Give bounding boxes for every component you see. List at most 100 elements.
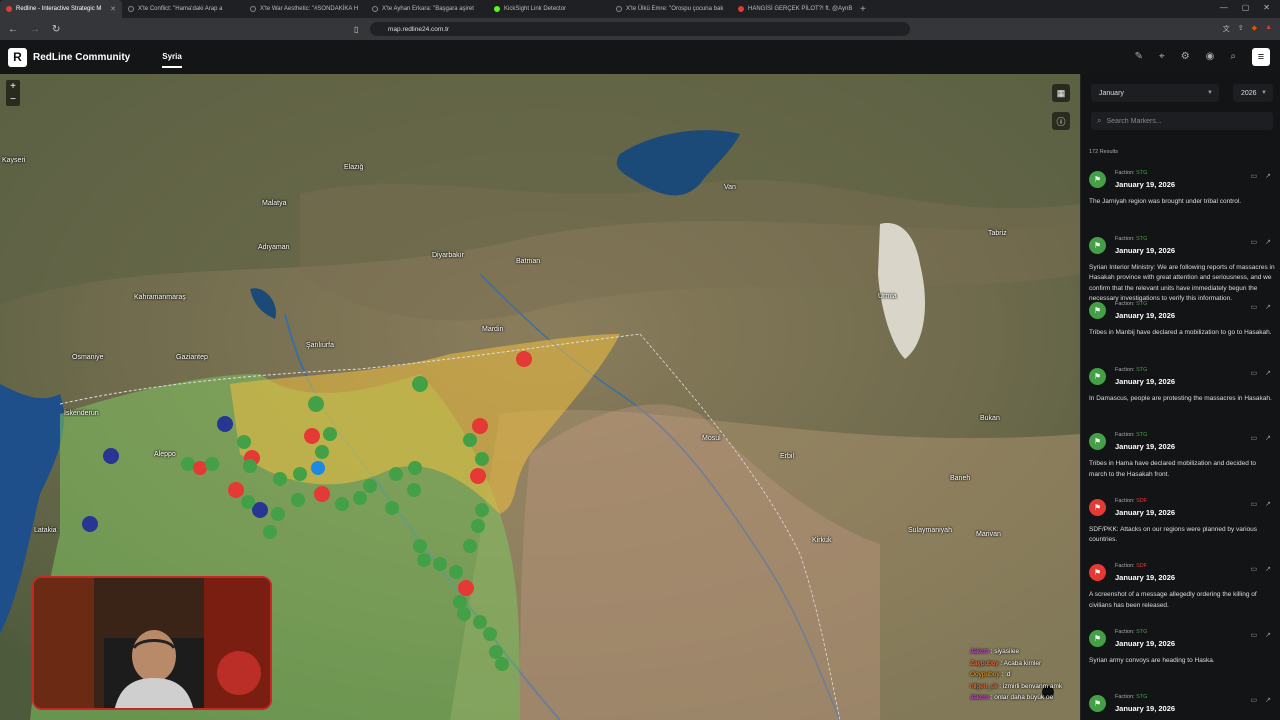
minimize-icon[interactable]: —	[1220, 3, 1228, 12]
webcam-image	[34, 578, 270, 708]
camera-icon[interactable]: ◉	[1206, 51, 1215, 62]
event-faction: Faction: STG	[1115, 366, 1148, 373]
event-item[interactable]: ⚑ Faction: SDF January 19, 2026 ▭ ↗ A screens…	[1081, 559, 1280, 625]
event-text: SDF/PKK: Attacks on our regions were pla…	[1089, 525, 1258, 544]
city-label: Latakia	[34, 527, 57, 534]
locate-icon[interactable]: ▭	[1251, 500, 1258, 508]
event-text: Syrian army convoys are heading to Haska…	[1089, 656, 1215, 664]
header-tools: ✎ ⌖ ⚙ ◉ ⌕	[1135, 51, 1236, 62]
results-count: 172 Results	[1089, 149, 1119, 155]
external-link-icon[interactable]: ↗	[1265, 238, 1271, 246]
month-select[interactable]: January ▼	[1091, 84, 1219, 102]
external-link-icon[interactable]: ↗	[1265, 631, 1271, 639]
external-link-icon[interactable]: ↗	[1265, 565, 1271, 573]
city-label: Bukan	[980, 415, 1000, 422]
kick-favicon-icon	[494, 6, 500, 12]
address-bar[interactable]: map.redline24.com.tr	[370, 22, 910, 36]
draw-icon[interactable]: ✎	[1135, 51, 1143, 62]
marker-search: ⌕	[1091, 112, 1273, 130]
x-favicon-icon	[128, 6, 134, 12]
event-text: Tribes in Hama have declared mobilizatio…	[1089, 460, 1257, 478]
logo[interactable]: R	[8, 47, 27, 67]
locate-icon[interactable]: ▭	[1251, 696, 1258, 704]
external-link-icon[interactable]: ↗	[1265, 172, 1271, 180]
settings-icon[interactable]: ⚙	[1181, 51, 1190, 62]
event-actions: ▭ ↗	[1251, 303, 1272, 311]
event-item[interactable]: ⚑ Faction: STG January 19, 2026 ▭ ↗ Syrian In…	[1081, 232, 1280, 302]
info-icon[interactable]: ⓘ	[1052, 112, 1070, 130]
translate-icon[interactable]: 文	[1223, 24, 1230, 34]
tab-syria[interactable]: Syria	[162, 52, 182, 68]
city-label: Kayseri	[2, 157, 26, 164]
external-link-icon[interactable]: ↗	[1265, 434, 1271, 442]
shield-icon[interactable]: ◆	[1252, 24, 1257, 34]
zoom-in-button[interactable]: +	[6, 80, 20, 93]
city-label: Şanlıurfa	[306, 342, 335, 349]
event-actions: ▭ ↗	[1251, 238, 1272, 246]
event-text: The Jarniyah region was brought under tr…	[1089, 198, 1242, 205]
city-label: İskenderun	[64, 410, 99, 417]
external-link-icon[interactable]: ↗	[1265, 500, 1271, 508]
event-item[interactable]: ⚑ Faction: STG January 19, 2026 ▭ ↗ In Damasc…	[1081, 363, 1280, 429]
event-faction: Faction: STG	[1115, 301, 1148, 307]
city-label: Malatya	[262, 200, 287, 207]
city-label: Osmaniye	[72, 354, 104, 361]
brand-name[interactable]: RedLine Community	[33, 52, 130, 63]
locate-icon[interactable]: ▭	[1251, 565, 1258, 573]
forward-icon[interactable]: →	[30, 24, 40, 35]
year-select[interactable]: 2026 ▼	[1233, 84, 1273, 102]
external-link-icon[interactable]: ↗	[1265, 369, 1271, 377]
event-item[interactable]: ⚑ Faction: SDF January 19, 2026 ▭ ↗ SDF/PKK: …	[1081, 494, 1280, 560]
close-window-icon[interactable]: ✕	[1263, 3, 1270, 12]
city-label: Baneh	[950, 475, 971, 482]
locate-icon[interactable]: ▭	[1251, 631, 1258, 639]
browser-tab-bar: Redline - Interactive Strategic M ✕ X'te …	[0, 0, 1280, 18]
browser-tab[interactable]: X'te War Aesthetic: "#SONDAKİKA H	[244, 0, 366, 18]
close-tab-icon[interactable]: ✕	[110, 5, 116, 13]
browser-tab[interactable]: X'te Ayhan Erkara: "Başgara aşiret	[366, 0, 488, 18]
back-icon[interactable]: ←	[8, 24, 18, 35]
x-favicon-icon	[250, 6, 256, 12]
faction-name: STG	[1136, 366, 1148, 373]
browser-tab[interactable]: X'te Ülkü Emre: "Orospu çocuna bak	[610, 0, 732, 18]
new-tab-button[interactable]: +	[854, 4, 872, 15]
external-link-icon[interactable]: ↗	[1265, 303, 1271, 311]
browser-tab[interactable]: HANGİSİ GERÇEK PİLOT?! ft. @AynB	[732, 0, 854, 18]
event-item[interactable]: ⚑ Faction: STG January 19, 2026 ▭ ↗	[1081, 690, 1280, 720]
event-item[interactable]: ⚑ Faction: STG January 19, 2026 ▭ ↗ Tribes in…	[1081, 297, 1280, 363]
event-actions: ▭ ↗	[1251, 631, 1272, 639]
bookmark-icon[interactable]: ▯	[354, 25, 358, 34]
menu-button[interactable]: ≡	[1252, 48, 1270, 66]
faction-flag-icon: ⚑	[1089, 302, 1106, 319]
city-label: Urmia	[878, 293, 897, 300]
search-input[interactable]	[1106, 117, 1257, 125]
search-icon: ⌕	[1097, 116, 1102, 125]
chat-message: Ooypuboy : :d	[970, 671, 1011, 678]
city-label: Kirkuk	[812, 537, 832, 544]
locate-icon[interactable]: ▭	[1251, 369, 1258, 377]
app-header: R RedLine Community Syria ✎ ⌖ ⚙ ◉ ⌕ ≡	[0, 40, 1280, 74]
zoom-out-button[interactable]: −	[6, 93, 20, 106]
layers-icon[interactable]: ▦	[1052, 84, 1070, 102]
share-icon[interactable]: ⇪	[1238, 24, 1244, 34]
browser-tab[interactable]: X'te Conflict: "Hama'daki Arap a	[122, 0, 244, 18]
locate-icon[interactable]: ▭	[1251, 303, 1258, 311]
pin-icon[interactable]: ⌖	[1159, 51, 1165, 62]
locate-icon[interactable]: ▭	[1251, 434, 1258, 442]
event-date: January 19, 2026	[1115, 442, 1176, 451]
reload-icon[interactable]: ↻	[52, 24, 60, 35]
event-item[interactable]: ⚑ Faction: STG January 19, 2026 ▭ ↗ Tribes in…	[1081, 428, 1280, 494]
locate-icon[interactable]: ▭	[1251, 172, 1258, 180]
locate-icon[interactable]: ▭	[1251, 238, 1258, 246]
alert-icon[interactable]: ▲	[1265, 24, 1272, 34]
maximize-icon[interactable]: ▢	[1242, 3, 1250, 12]
search-icon[interactable]: ⌕	[1230, 51, 1236, 62]
event-item[interactable]: ⚑ Faction: STG January 19, 2026 ▭ ↗ The Jarni…	[1081, 166, 1280, 232]
external-link-icon[interactable]: ↗	[1265, 696, 1271, 704]
faction-name: STG	[1136, 694, 1148, 700]
browser-tab[interactable]: KickSight Link Detector	[488, 0, 610, 18]
browser-tab[interactable]: Redline - Interactive Strategic M ✕	[0, 0, 122, 18]
faction-name: STG	[1136, 432, 1148, 438]
city-label: Van	[724, 184, 736, 191]
event-item[interactable]: ⚑ Faction: STG January 19, 2026 ▭ ↗ Syrian ar…	[1081, 625, 1280, 691]
